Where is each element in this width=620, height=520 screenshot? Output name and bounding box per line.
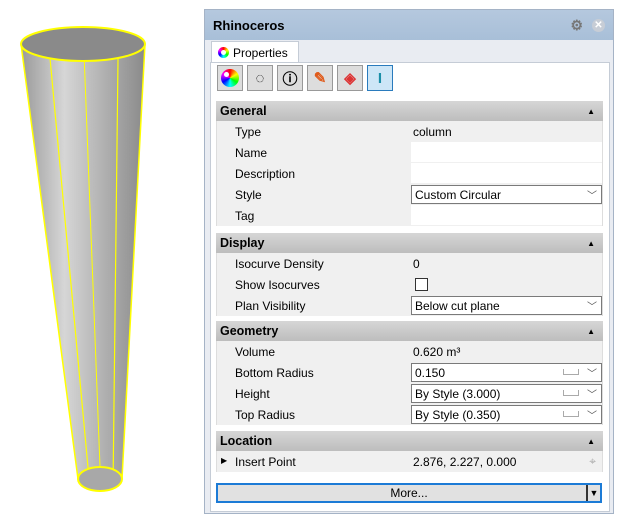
row-tag: Tag (216, 205, 603, 226)
row-description: Description (216, 163, 603, 184)
collapse-icon: ▲ (587, 239, 595, 248)
name-field[interactable] (411, 142, 602, 162)
ruler-icon (563, 390, 579, 396)
gear-icon[interactable]: ⚙ (570, 17, 583, 34)
row-bottom-radius: Bottom Radius 0.150 ﹀ (216, 362, 603, 383)
section-header-general[interactable]: General ▲ (216, 101, 603, 121)
row-name: Name (216, 142, 603, 163)
chevron-down-icon: ﹀ (587, 390, 597, 401)
tab-label: Properties (233, 45, 288, 60)
render-mesh-icon[interactable]: ◌ (247, 65, 273, 91)
chevron-down-icon: ﹀ (587, 191, 597, 202)
show-isocurves-checkbox[interactable] (415, 278, 428, 291)
section-general: General ▲ Type column Name Description Sty… (216, 101, 603, 226)
section-geometry: Geometry ▲ Volume 0.620 m³ Bottom Radius 0.… (216, 321, 603, 425)
ruler-icon (563, 369, 579, 375)
paint-tube-icon[interactable]: ✎ (307, 65, 333, 91)
section-location: Location ▲ ▶ Insert Point 2.876, 2.227, 0.0… (216, 431, 603, 472)
properties-panel: Rhinoceros ⚙ ✕ Properties ◌ ⓘ ✎ ◈ I Gene… (204, 9, 614, 514)
material-icon[interactable] (217, 65, 243, 91)
description-field[interactable] (411, 163, 602, 183)
collapse-icon: ▲ (587, 107, 595, 116)
column-body (20, 43, 146, 492)
column-icon[interactable]: I (367, 65, 393, 91)
tag-field[interactable] (411, 205, 602, 225)
top-edge (20, 26, 146, 62)
collapse-icon: ▲ (587, 437, 595, 446)
dropdown-arrow-icon: ▼ (586, 485, 600, 501)
height-field[interactable]: By Style (3.000) ﹀ (411, 384, 602, 403)
properties-content: ◌ ⓘ ✎ ◈ I General ▲ Type column Name Descr… (210, 62, 610, 512)
row-type: Type column (216, 121, 603, 142)
close-icon[interactable]: ✕ (592, 19, 605, 32)
window-title: Rhinoceros (213, 17, 285, 33)
section-header-location[interactable]: Location ▲ (216, 431, 603, 451)
ruler-icon (563, 411, 579, 417)
row-height: Height By Style (3.000) ﹀ (216, 383, 603, 404)
style-dropdown[interactable]: Custom Circular ﹀ (411, 185, 602, 204)
top-radius-field[interactable]: By Style (0.350) ﹀ (411, 405, 602, 424)
bottom-radius-field[interactable]: 0.150 ﹀ (411, 363, 602, 382)
collapse-icon: ▲ (587, 327, 595, 336)
row-volume: Volume 0.620 m³ (216, 341, 603, 362)
bottom-edge (77, 466, 123, 492)
info-icon[interactable]: ⓘ (277, 65, 303, 91)
expand-arrow-icon[interactable]: ▶ (221, 456, 227, 465)
column-viewport[interactable] (0, 0, 200, 520)
row-style: Style Custom Circular ﹀ (216, 184, 603, 205)
chevron-down-icon: ﹀ (587, 302, 597, 313)
section-header-display[interactable]: Display ▲ (216, 233, 603, 253)
row-plan-visibility: Plan Visibility Below cut plane ﹀ (216, 295, 603, 316)
tab-properties[interactable]: Properties (211, 41, 299, 63)
row-insert-point: ▶ Insert Point 2.876, 2.227, 0.000 ⌖ (216, 451, 603, 472)
row-top-radius: Top Radius By Style (0.350) ﹀ (216, 404, 603, 425)
more-button[interactable]: More... ▼ (216, 483, 602, 503)
properties-color-wheel-icon (218, 47, 229, 58)
isocurve-density-field[interactable]: 0 (413, 257, 420, 271)
chevron-down-icon: ﹀ (587, 411, 597, 422)
property-page-icons: ◌ ⓘ ✎ ◈ I (217, 65, 393, 91)
row-show-isocurves: Show Isocurves (216, 274, 603, 295)
title-bar: Rhinoceros ⚙ ✕ (205, 10, 613, 40)
section-header-geometry[interactable]: Geometry ▲ (216, 321, 603, 341)
texture-mapping-icon[interactable]: ◈ (337, 65, 363, 91)
chevron-down-icon: ﹀ (587, 369, 597, 380)
row-isocurve-density: Isocurve Density 0 (216, 253, 603, 274)
pick-point-icon[interactable]: ⌖ (589, 454, 596, 469)
plan-visibility-dropdown[interactable]: Below cut plane ﹀ (411, 296, 602, 315)
section-display: Display ▲ Isocurve Density 0 Show Isocurve… (216, 233, 603, 316)
